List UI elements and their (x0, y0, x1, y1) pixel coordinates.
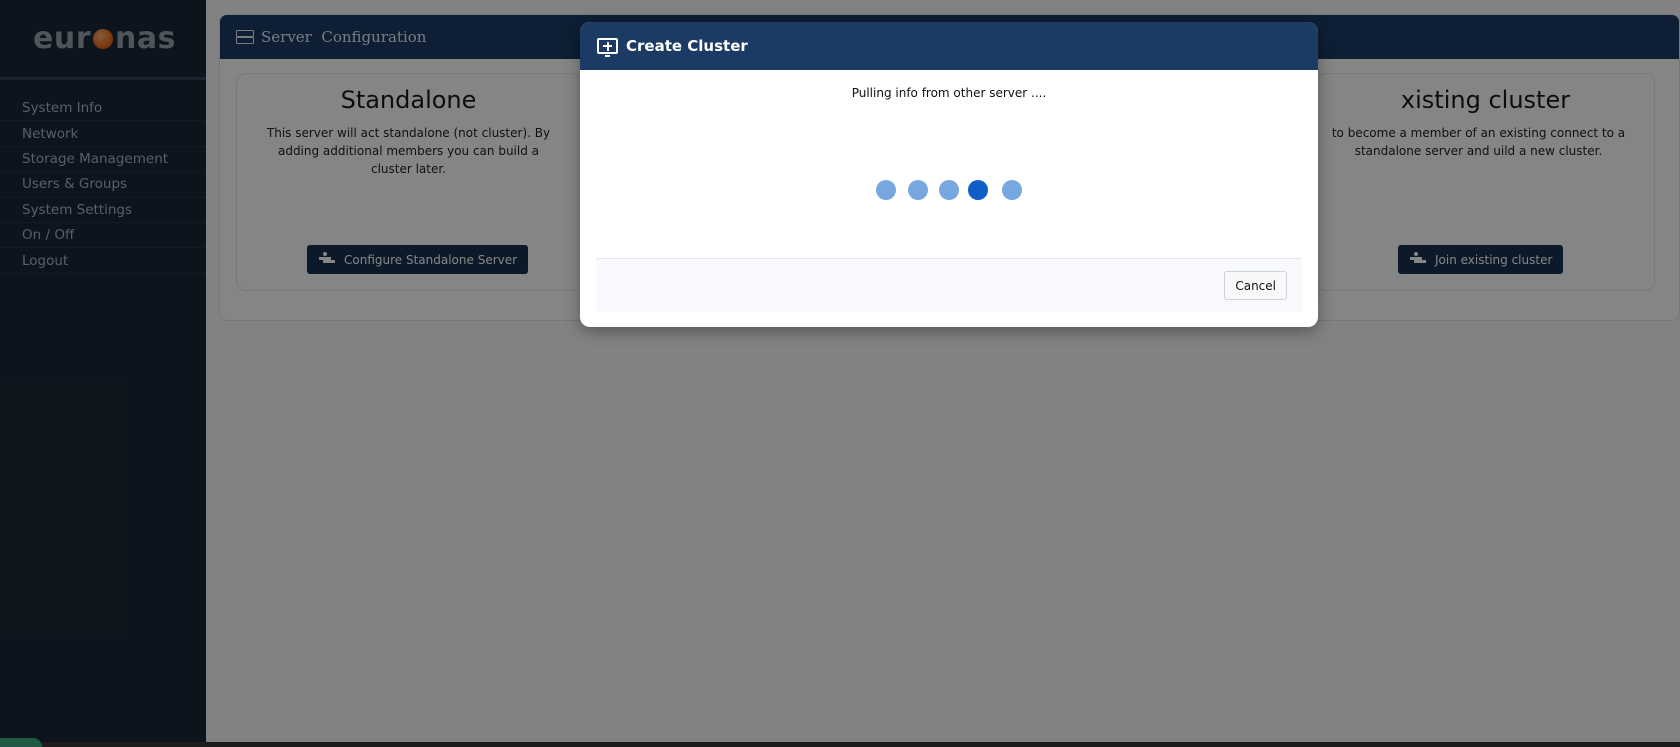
desktop-corner (0, 738, 42, 747)
spinner-dot (908, 180, 928, 200)
taskbar-edge (0, 742, 1680, 747)
add-screen-icon (597, 38, 618, 57)
cancel-button[interactable]: Cancel (1224, 271, 1287, 300)
spinner-dot (939, 180, 959, 200)
loading-spinner (580, 180, 1318, 200)
create-cluster-dialog: Create Cluster Pulling info from other s… (580, 22, 1318, 327)
dialog-header: Create Cluster (580, 22, 1318, 70)
spinner-dot-active (968, 180, 988, 200)
spinner-dot (1002, 180, 1022, 200)
spinner-dot (876, 180, 896, 200)
dialog-title: Create Cluster (626, 37, 748, 55)
dialog-footer: Cancel (596, 258, 1302, 312)
loading-message: Pulling info from other server .... (851, 86, 1047, 100)
